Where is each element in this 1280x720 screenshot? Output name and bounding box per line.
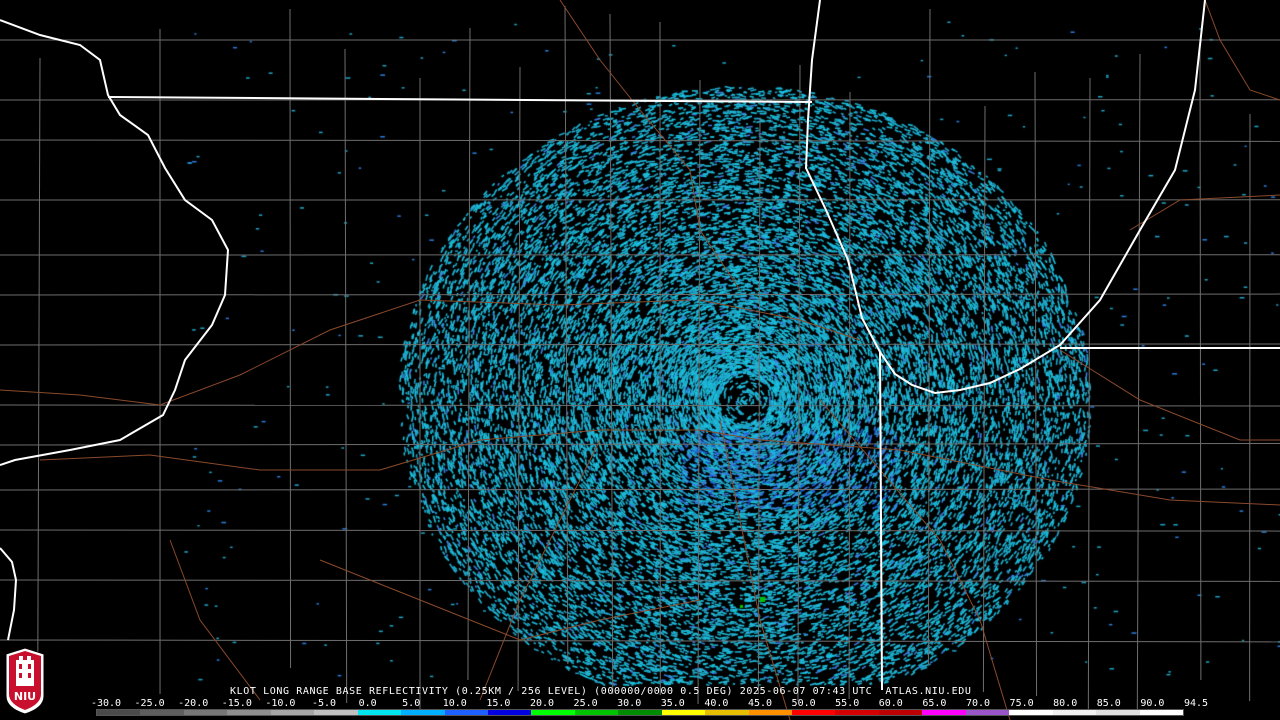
color-bar-segment <box>748 710 792 715</box>
county-boundaries <box>0 5 1280 717</box>
scale-label: -10.0 <box>265 698 296 709</box>
illinois-indiana-border <box>879 351 883 691</box>
color-bar-segment <box>835 710 879 715</box>
west-edge-boundary <box>0 547 18 641</box>
scale-label: 70.0 <box>965 698 991 709</box>
color-bar-segment <box>531 710 575 715</box>
highway <box>319 559 701 641</box>
scale-label: 25.0 <box>573 698 598 709</box>
county-line <box>0 488 1280 491</box>
scale-label: 10.0 <box>442 698 467 709</box>
scale-label: 15.0 <box>486 698 511 709</box>
scale-label: 30.0 <box>617 698 642 709</box>
scale-label: 35.0 <box>660 698 685 709</box>
logo-text: NIU <box>14 690 36 703</box>
scale-label: 55.0 <box>835 698 860 709</box>
county-line <box>0 404 1280 407</box>
county-line <box>0 293 1280 296</box>
highway <box>699 299 861 341</box>
mississippi-river-boundary <box>0 19 230 466</box>
county-line <box>289 8 292 669</box>
color-bar-segment <box>922 710 966 715</box>
color-bar-segment <box>574 710 619 715</box>
scale-label: -30.0 <box>90 698 122 709</box>
color-bar-segment <box>140 710 184 715</box>
color-bar-segment <box>1096 710 1140 715</box>
color-bar-segment <box>878 710 923 715</box>
scale-label: -25.0 <box>134 698 165 709</box>
county-line <box>564 5 569 665</box>
lake-michigan-west-shore <box>804 0 1206 395</box>
county-line <box>1087 77 1091 713</box>
county-line <box>0 139 1280 142</box>
county-line <box>467 27 471 681</box>
highway <box>559 0 741 291</box>
county-line <box>1136 53 1141 716</box>
county-line <box>517 66 521 692</box>
niu-logo: NIU <box>5 647 45 715</box>
county-line <box>0 639 1280 643</box>
scale-label: -5.0 <box>311 698 337 709</box>
scale-label: 90.0 <box>1140 698 1165 709</box>
scale-label: 75.0 <box>1009 698 1034 709</box>
color-bar-segment <box>227 710 271 715</box>
scale-label: 65.0 <box>922 698 947 709</box>
county-line <box>0 579 1280 582</box>
color-bar-segment <box>183 710 228 715</box>
scale-label: 40.0 <box>704 698 729 709</box>
color-bar-segment <box>314 710 358 715</box>
color-bar-segment <box>97 710 141 715</box>
scale-label: 5.0 <box>402 698 421 709</box>
highway <box>819 399 1011 720</box>
color-bar-segment <box>357 710 402 715</box>
color-bar-segment <box>487 710 532 715</box>
county-line <box>0 443 1280 446</box>
color-bar-segment <box>270 710 315 715</box>
color-bar-segment <box>792 710 836 715</box>
highway <box>1059 349 1280 441</box>
county-line <box>982 105 986 693</box>
color-bar-segment <box>1139 710 1183 715</box>
scale-label: 50.0 <box>791 698 816 709</box>
highway <box>719 419 791 720</box>
highway <box>0 299 691 406</box>
scale-label: 0.0 <box>358 698 377 709</box>
county-line <box>37 57 41 688</box>
color-bar-segment <box>1052 710 1097 715</box>
county-line <box>1199 48 1202 681</box>
county-line <box>697 79 701 705</box>
color-bar-segment <box>401 710 445 715</box>
scale-label: 20.0 <box>529 698 555 709</box>
scale-label: -20.0 <box>178 698 209 709</box>
reflectivity-color-bar <box>96 709 1184 716</box>
scale-label: 94.5 <box>1183 698 1209 709</box>
color-bar-segment <box>1009 710 1053 715</box>
color-bar-segment <box>444 710 488 715</box>
county-line <box>344 48 348 704</box>
highways <box>0 0 1280 720</box>
county-line <box>0 529 1280 532</box>
color-bar-segment <box>618 710 662 715</box>
highway <box>479 439 601 701</box>
scale-label: -15.0 <box>221 698 252 709</box>
scale-label: 85.0 <box>1096 698 1121 709</box>
county-line <box>927 8 931 666</box>
county-line <box>0 343 1280 346</box>
highway <box>39 429 761 471</box>
scale-label: 60.0 <box>878 698 903 709</box>
color-bar-segment <box>965 710 1010 715</box>
county-line <box>797 64 801 702</box>
highway <box>759 439 1280 506</box>
scale-label: 80.0 <box>1053 698 1078 709</box>
color-bar-segment <box>705 710 749 715</box>
county-line <box>848 91 851 700</box>
highway <box>169 539 261 701</box>
county-line <box>1034 71 1038 697</box>
product-caption: KLOT LONG RANGE BASE REFLECTIVITY (0.25K… <box>230 686 972 697</box>
map-overlay <box>0 0 1280 720</box>
scale-label: 45.0 <box>747 698 773 709</box>
color-bar-segment <box>661 710 706 715</box>
highway <box>1204 0 1280 101</box>
county-line <box>609 13 614 695</box>
